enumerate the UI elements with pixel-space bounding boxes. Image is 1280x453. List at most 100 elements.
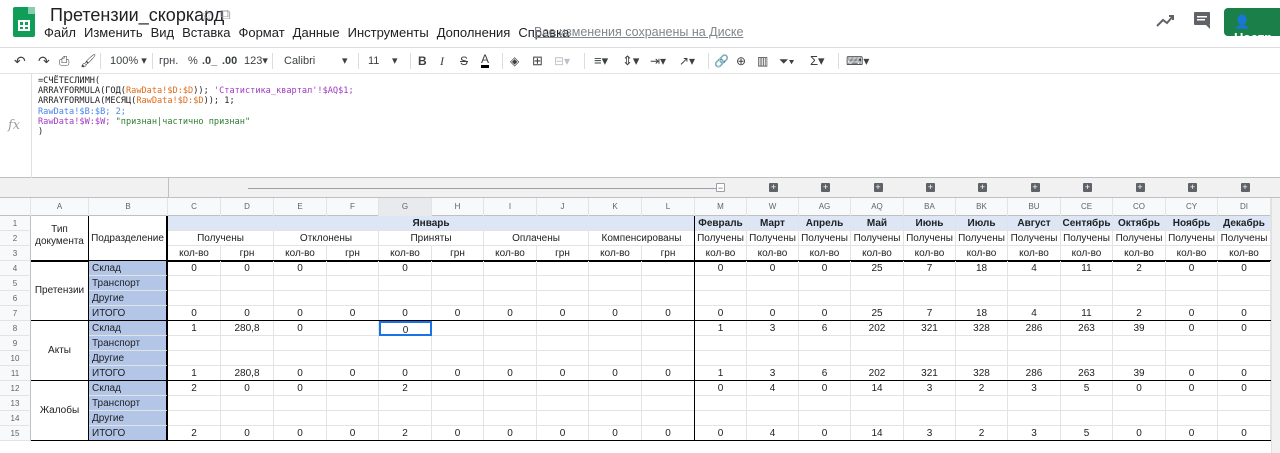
- value-cell[interactable]: [695, 411, 747, 426]
- month-header[interactable]: Октябрь: [1113, 216, 1166, 231]
- value-cell[interactable]: [695, 336, 747, 351]
- month-header[interactable]: Апрель: [799, 216, 851, 231]
- column-header-DI[interactable]: DI: [1218, 198, 1271, 216]
- row-header-15[interactable]: 15: [0, 426, 31, 441]
- column-header-D[interactable]: D: [221, 198, 274, 216]
- italic-icon[interactable]: I: [440, 52, 444, 70]
- menu-item-6[interactable]: Инструменты: [348, 25, 429, 40]
- value-cell[interactable]: 0: [1218, 321, 1271, 336]
- value-cell[interactable]: [1166, 351, 1218, 366]
- received-header[interactable]: Получены: [956, 231, 1008, 246]
- value-cell[interactable]: 0: [695, 426, 747, 441]
- column-header-W[interactable]: W: [747, 198, 799, 216]
- value-cell[interactable]: 0: [274, 321, 327, 336]
- value-cell[interactable]: 0: [432, 306, 484, 321]
- vertical-scrollbar[interactable]: [1271, 198, 1280, 453]
- value-cell[interactable]: 0: [799, 306, 851, 321]
- value-cell[interactable]: [379, 291, 432, 306]
- value-cell[interactable]: 0: [1166, 366, 1218, 381]
- value-cell[interactable]: 14: [851, 381, 904, 396]
- insert-comment-icon[interactable]: ⊕: [736, 52, 746, 70]
- column-header-E[interactable]: E: [274, 198, 327, 216]
- value-cell[interactable]: [432, 321, 484, 336]
- value-cell[interactable]: [589, 411, 642, 426]
- value-cell[interactable]: [589, 351, 642, 366]
- collapse-group-icon[interactable]: −: [716, 183, 725, 193]
- value-cell[interactable]: [274, 411, 327, 426]
- value-cell[interactable]: [642, 291, 695, 306]
- input-tools-icon[interactable]: ⌨▾: [846, 52, 869, 70]
- value-cell[interactable]: 0: [1218, 261, 1271, 276]
- value-cell[interactable]: [432, 381, 484, 396]
- value-cell[interactable]: 25: [851, 306, 904, 321]
- expand-group-icon[interactable]: +: [873, 183, 883, 192]
- value-cell[interactable]: [537, 291, 589, 306]
- row-header-3[interactable]: 3: [0, 246, 31, 261]
- row-header-1[interactable]: 1: [0, 216, 31, 231]
- move-to-drive-icon[interactable]: ⧉: [220, 6, 231, 23]
- value-cell[interactable]: [799, 276, 851, 291]
- value-cell[interactable]: [1008, 291, 1061, 306]
- value-cell[interactable]: [432, 336, 484, 351]
- division-cell[interactable]: Транспорт: [89, 396, 168, 411]
- value-cell[interactable]: [851, 276, 904, 291]
- text-wrapping-icon[interactable]: ⇥▾: [650, 52, 666, 70]
- value-cell[interactable]: [537, 276, 589, 291]
- division-cell[interactable]: ИТОГО: [89, 366, 168, 381]
- value-cell[interactable]: 0: [1218, 366, 1271, 381]
- unit-header[interactable]: кол-во: [1113, 246, 1166, 261]
- value-cell[interactable]: 0: [168, 261, 221, 276]
- received-header[interactable]: Получены: [1061, 231, 1113, 246]
- value-cell[interactable]: [956, 351, 1008, 366]
- received-header[interactable]: Получены: [747, 231, 799, 246]
- month-header[interactable]: Декабрь: [1218, 216, 1271, 231]
- comments-icon[interactable]: [1192, 10, 1212, 30]
- value-cell[interactable]: [1113, 291, 1166, 306]
- value-cell[interactable]: 286: [1008, 321, 1061, 336]
- group-header[interactable]: Отклонены: [274, 231, 379, 246]
- unit-header[interactable]: грн: [537, 246, 589, 261]
- value-cell[interactable]: [274, 396, 327, 411]
- column-header-G[interactable]: G: [379, 198, 432, 216]
- value-cell[interactable]: [1008, 351, 1061, 366]
- value-cell[interactable]: 263: [1061, 366, 1113, 381]
- value-cell[interactable]: [1218, 291, 1271, 306]
- value-cell[interactable]: [589, 321, 642, 336]
- value-cell[interactable]: [747, 336, 799, 351]
- value-cell[interactable]: [589, 381, 642, 396]
- currency-format-button[interactable]: грн.: [159, 52, 178, 70]
- value-cell[interactable]: [642, 396, 695, 411]
- value-cell[interactable]: [274, 336, 327, 351]
- column-header-H[interactable]: H: [432, 198, 484, 216]
- row-header-13[interactable]: 13: [0, 396, 31, 411]
- row-header-6[interactable]: 6: [0, 291, 31, 306]
- group-header[interactable]: Оплачены: [484, 231, 589, 246]
- value-cell[interactable]: 25: [851, 261, 904, 276]
- value-cell[interactable]: 280,8: [221, 321, 274, 336]
- value-cell[interactable]: [484, 381, 537, 396]
- value-cell[interactable]: [1008, 276, 1061, 291]
- value-cell[interactable]: 0: [484, 306, 537, 321]
- value-cell[interactable]: [168, 336, 221, 351]
- text-rotation-icon[interactable]: ↗▾: [679, 52, 695, 70]
- value-cell[interactable]: 1: [695, 366, 747, 381]
- value-cell[interactable]: [221, 336, 274, 351]
- division-header[interactable]: Подразделение: [89, 216, 168, 261]
- value-cell[interactable]: [484, 261, 537, 276]
- value-cell[interactable]: 0: [799, 261, 851, 276]
- division-cell[interactable]: Склад: [89, 321, 168, 336]
- value-cell[interactable]: [1061, 276, 1113, 291]
- expand-group-icon[interactable]: +: [769, 183, 778, 192]
- value-cell[interactable]: [904, 411, 956, 426]
- group-header[interactable]: Приняты: [379, 231, 484, 246]
- unit-header[interactable]: кол-во: [274, 246, 327, 261]
- expand-group-icon[interactable]: +: [1030, 183, 1040, 192]
- value-cell[interactable]: [642, 381, 695, 396]
- value-cell[interactable]: [851, 291, 904, 306]
- value-cell[interactable]: 4: [1008, 261, 1061, 276]
- strikethrough-icon[interactable]: S: [460, 52, 468, 70]
- column-header-CY[interactable]: CY: [1166, 198, 1218, 216]
- column-header-CE[interactable]: CE: [1061, 198, 1113, 216]
- value-cell[interactable]: 0: [221, 261, 274, 276]
- expand-group-icon[interactable]: +: [1240, 183, 1250, 192]
